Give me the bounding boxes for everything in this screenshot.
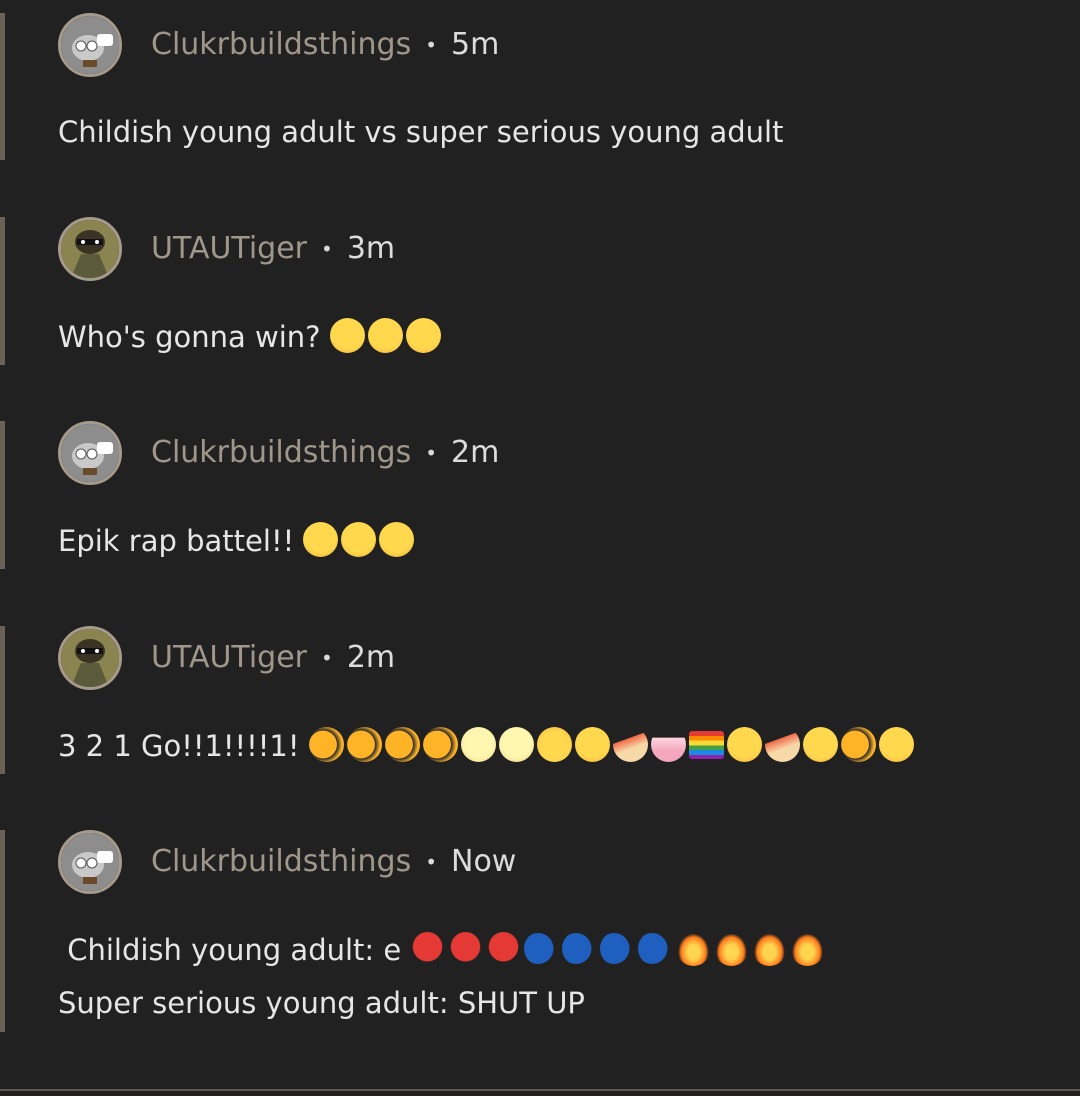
comment-header: Clukrbuildsthings • 5m xyxy=(58,13,499,77)
username[interactable]: UTAUTiger xyxy=(151,217,307,281)
astonished-face-emoji: 😲 xyxy=(726,727,762,762)
comment-text-content: Childish young adult vs super serious yo… xyxy=(58,115,784,149)
face-with-open-mouth-emoji: 😮 xyxy=(802,727,838,762)
astonished-face-emoji: 😲 xyxy=(878,727,914,762)
tropical-fish-emoji: 🐠 xyxy=(308,727,344,762)
emoji-row: 🐠🐠🐠🐠🌝🌝😇😮🍰🎂🏳️‍🌈😲🍰😮🐠😲 xyxy=(308,727,917,763)
birthday-cake-emoji: 🎂 xyxy=(650,727,686,762)
face-with-open-mouth-emoji: 😮 xyxy=(574,727,610,762)
separator-dot: • xyxy=(425,441,437,465)
timestamp: Now xyxy=(451,844,517,879)
username[interactable]: Clukrbuildsthings xyxy=(151,830,411,894)
full-moon-face-emoji: 🌝 xyxy=(460,727,496,762)
timestamp: 3m xyxy=(346,231,396,266)
thread-rail[interactable] xyxy=(0,13,5,160)
screaming-face-emoji: 😱 xyxy=(405,318,441,353)
speaking-head-emoji: 🗣️ xyxy=(600,931,636,966)
emoji-row: 💔💔💔🗣️🗣️🗣️🗣️🔥🔥🔥🔥 xyxy=(410,931,828,967)
comment-text-content: Epik rap battel!! xyxy=(58,524,295,558)
comment-text: Childish young adult vs super serious yo… xyxy=(58,112,783,152)
fire-emoji: 🔥 xyxy=(676,931,712,966)
username[interactable]: UTAUTiger xyxy=(151,626,307,690)
comment-text: Epik rap battel!! 🤑🤑🤑 xyxy=(58,521,417,561)
speaking-head-emoji: 🗣️ xyxy=(524,931,560,966)
shortcake-emoji: 🍰 xyxy=(764,727,800,762)
full-moon-face-emoji: 🌝 xyxy=(498,727,534,762)
emoji-row: 🤑🤑🤑 xyxy=(303,522,417,558)
shortcake-emoji: 🍰 xyxy=(612,727,648,762)
comment-header: Clukrbuildsthings • Now xyxy=(58,830,516,894)
broken-heart-emoji: 💔 xyxy=(410,931,446,966)
tropical-fish-emoji: 🐠 xyxy=(384,727,420,762)
username[interactable]: Clukrbuildsthings xyxy=(151,421,411,485)
broken-heart-emoji: 💔 xyxy=(448,931,484,966)
tropical-fish-emoji: 🐠 xyxy=(346,727,382,762)
tropical-fish-emoji: 🐠 xyxy=(422,727,458,762)
thread-rail[interactable] xyxy=(0,217,5,365)
comment-header: UTAUTiger • 2m xyxy=(58,626,395,690)
avatar[interactable] xyxy=(58,830,122,894)
screaming-face-emoji: 😱 xyxy=(329,318,365,353)
comment-text: Childish young adult: e 💔💔💔🗣️🗣️🗣️🗣️🔥🔥🔥🔥 xyxy=(58,930,828,970)
smiling-face-with-halo-emoji: 😇 xyxy=(536,727,572,762)
avatar[interactable] xyxy=(58,626,122,690)
tropical-fish-emoji: 🐠 xyxy=(840,727,876,762)
comment-text-content: Childish young adult: e xyxy=(58,933,402,967)
comment-text-content: Who's gonna win? xyxy=(58,320,321,354)
speaking-head-emoji: 🗣️ xyxy=(638,931,674,966)
comment-header: UTAUTiger • 3m xyxy=(58,217,395,281)
fire-emoji: 🔥 xyxy=(752,931,788,966)
money-mouth-face-emoji: 🤑 xyxy=(303,522,339,557)
separator-dot: • xyxy=(321,237,333,261)
comment-text: Super serious young adult: SHUT UP xyxy=(58,983,585,1023)
screaming-face-emoji: 😱 xyxy=(367,318,403,353)
comment-text-content: 3 2 1 Go!!1!!!!1! xyxy=(58,729,300,763)
comment-text: 3 2 1 Go!!1!!!!1! 🐠🐠🐠🐠🌝🌝😇😮🍰🎂🏳️‍🌈😲🍰😮🐠😲 xyxy=(58,726,917,766)
emoji-row: 😱😱😱 xyxy=(329,318,444,354)
username[interactable]: Clukrbuildsthings xyxy=(151,13,411,77)
broken-heart-emoji: 💔 xyxy=(486,931,522,966)
thread-rail[interactable] xyxy=(0,626,5,774)
comment-text: Who's gonna win? 😱😱😱 xyxy=(58,317,444,357)
avatar[interactable] xyxy=(58,217,122,281)
money-mouth-face-emoji: 🤑 xyxy=(341,522,377,557)
comment-header: Clukrbuildsthings • 2m xyxy=(58,421,499,485)
separator-dot: • xyxy=(321,646,333,670)
money-mouth-face-emoji: 🤑 xyxy=(379,522,415,557)
bottom-divider xyxy=(0,1089,1080,1091)
thread-rail[interactable] xyxy=(0,421,5,569)
avatar[interactable] xyxy=(58,421,122,485)
comment-text-content: Super serious young adult: SHUT UP xyxy=(58,986,585,1020)
timestamp: 2m xyxy=(451,435,500,470)
avatar[interactable] xyxy=(58,13,122,77)
speaking-head-emoji: 🗣️ xyxy=(562,931,598,966)
thread-rail[interactable] xyxy=(0,830,5,1032)
fire-emoji: 🔥 xyxy=(714,931,750,966)
fire-emoji: 🔥 xyxy=(790,931,826,966)
timestamp: 5m xyxy=(451,27,500,62)
timestamp: 2m xyxy=(346,640,396,675)
rainbow-flag-emoji: 🏳️‍🌈 xyxy=(688,731,724,759)
separator-dot: • xyxy=(425,33,437,57)
comment-thread: Clukrbuildsthings • 5m Childish young ad… xyxy=(0,0,1080,1096)
separator-dot: • xyxy=(425,850,437,874)
